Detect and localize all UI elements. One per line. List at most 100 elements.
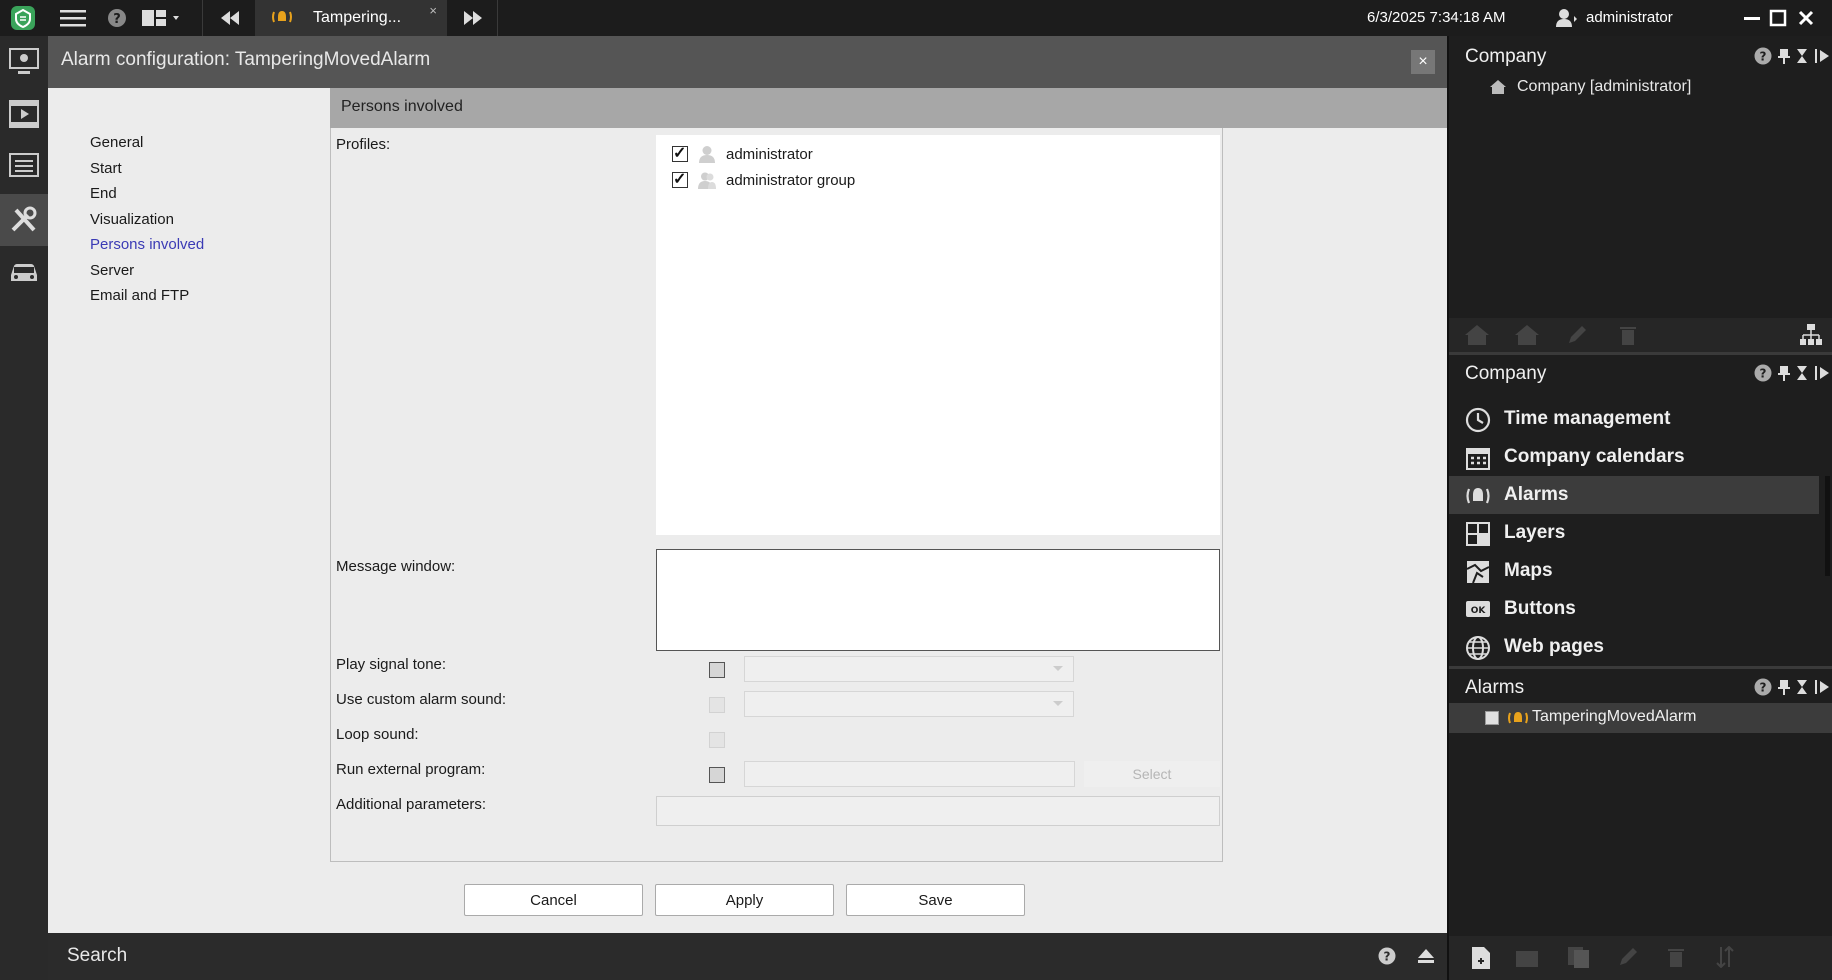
list-item[interactable]: administrator (672, 143, 813, 165)
alarm-name: TamperingMovedAlarm (1532, 708, 1697, 725)
rail-events-icon[interactable] (0, 140, 48, 192)
help-icon[interactable]: ? (105, 0, 129, 36)
window-close-icon[interactable] (1794, 0, 1818, 36)
loop-sound-checkbox[interactable] (709, 732, 725, 748)
signal-tone-select[interactable] (744, 656, 1074, 682)
dialog-close-button[interactable]: × (1411, 50, 1435, 74)
copy-icon[interactable] (1567, 946, 1591, 968)
run-external-program-checkbox[interactable] (709, 767, 725, 783)
right-panel: Company ? Company [administrator] Compan… (1447, 36, 1832, 980)
module-label: Maps (1504, 560, 1553, 581)
alarm-bell-icon (1465, 483, 1491, 509)
collapse-panel-icon[interactable] (1814, 679, 1830, 695)
panel-help-icon[interactable]: ? (1754, 47, 1772, 65)
list-item[interactable]: administrator group (672, 169, 855, 191)
additional-parameters-label: Additional parameters: (336, 796, 487, 813)
nav-server[interactable]: Server (90, 258, 204, 284)
add-home-icon[interactable] (1464, 324, 1490, 346)
hourglass-icon[interactable] (1796, 679, 1808, 695)
rail-monitor-icon[interactable] (0, 36, 48, 88)
edit-icon[interactable] (1566, 324, 1588, 346)
previous-tab-icon[interactable] (215, 0, 245, 36)
profiles-label: Profiles: (336, 136, 391, 153)
alarms-panel-header: Alarms ? (1449, 669, 1832, 705)
sort-icon[interactable] (1715, 946, 1735, 968)
module-web-pages[interactable]: Web pages (1449, 628, 1819, 666)
modules-panel-title: Company (1465, 363, 1547, 384)
module-maps[interactable]: Maps (1449, 552, 1819, 590)
user-icon[interactable] (1556, 8, 1578, 28)
delete-icon[interactable] (1619, 324, 1637, 346)
modules-panel-header: Company ? (1449, 355, 1832, 391)
search-label: Search (67, 945, 128, 966)
pin-icon[interactable] (1778, 365, 1790, 381)
edit-icon[interactable] (1617, 946, 1639, 968)
module-time-management[interactable]: Time management (1449, 400, 1819, 438)
person-icon (698, 145, 716, 163)
nav-start[interactable]: Start (90, 156, 204, 182)
play-signal-tone-checkbox[interactable] (709, 662, 725, 678)
collapse-panel-icon[interactable] (1814, 48, 1830, 64)
module-alarms[interactable]: Alarms (1449, 476, 1819, 514)
hourglass-icon[interactable] (1796, 48, 1808, 64)
import-icon[interactable] (1515, 946, 1539, 968)
module-buttons[interactable]: OK Buttons (1449, 590, 1819, 628)
external-program-input[interactable] (744, 761, 1075, 787)
hierarchy-icon[interactable] (1799, 323, 1823, 347)
nav-end[interactable]: End (90, 181, 204, 207)
custom-alarm-sound-checkbox[interactable] (709, 697, 725, 713)
profile-name: administrator group (726, 171, 856, 189)
rail-vehicle-icon[interactable] (0, 246, 48, 298)
minimize-icon[interactable] (1740, 0, 1764, 36)
eject-icon[interactable] (1417, 947, 1435, 965)
delete-icon[interactable] (1667, 946, 1685, 968)
module-layers[interactable]: Layers (1449, 514, 1819, 552)
maximize-icon[interactable] (1766, 0, 1790, 36)
add-subunit-icon[interactable] (1514, 324, 1540, 346)
svg-text:?: ? (113, 12, 121, 27)
nav-general[interactable]: General (90, 130, 204, 156)
hamburger-menu-icon[interactable] (58, 0, 88, 36)
app-logo-icon[interactable] (8, 0, 38, 36)
rail-tools-icon[interactable] (0, 194, 48, 246)
panel-help-icon[interactable]: ? (1754, 364, 1772, 382)
layout-dropdown-icon[interactable] (140, 0, 186, 36)
modules-scrollbar[interactable] (1825, 476, 1830, 576)
message-window-input[interactable] (656, 549, 1220, 651)
new-alarm-icon[interactable] (1471, 946, 1491, 970)
next-tab-icon[interactable] (458, 0, 488, 36)
alarm-checkbox[interactable] (1485, 711, 1499, 725)
user-name[interactable]: administrator (1586, 9, 1673, 26)
profile-checkbox[interactable] (672, 143, 688, 163)
save-button[interactable]: Save (846, 884, 1025, 916)
collapse-panel-icon[interactable] (1814, 365, 1830, 381)
profile-checkbox[interactable] (672, 169, 688, 189)
profile-name: administrator (726, 145, 813, 163)
search-bar[interactable]: Search ? (48, 933, 1447, 980)
rail-video-icon[interactable] (0, 88, 48, 140)
apply-button[interactable]: Apply (655, 884, 834, 916)
nav-email-ftp[interactable]: Email and FTP (90, 283, 204, 309)
search-help-icon[interactable]: ? (1378, 947, 1396, 965)
pin-icon[interactable] (1778, 679, 1790, 695)
tab-close-icon[interactable]: × (429, 3, 437, 18)
module-company-calendars[interactable]: Company calendars (1449, 438, 1819, 476)
select-program-button[interactable]: Select (1084, 761, 1220, 787)
tree-item-company[interactable]: Company [administrator] (1489, 78, 1691, 96)
tab-tampering[interactable]: Tampering... × (255, 0, 447, 36)
additional-parameters-input[interactable] (656, 796, 1220, 826)
cancel-button[interactable]: Cancel (464, 884, 643, 916)
panel-help-icon[interactable]: ? (1754, 678, 1772, 696)
dialog-body: General Start End Visualization Persons … (48, 88, 1447, 933)
hourglass-icon[interactable] (1796, 365, 1808, 381)
custom-sound-select[interactable] (744, 691, 1074, 717)
nav-visualization[interactable]: Visualization (90, 207, 204, 233)
svg-text:?: ? (1760, 367, 1767, 381)
layers-icon (1465, 521, 1491, 547)
module-label: Web pages (1504, 636, 1604, 657)
alarm-list-item[interactable]: TamperingMovedAlarm (1449, 703, 1832, 733)
pin-icon[interactable] (1778, 48, 1790, 64)
alarms-panel-title: Alarms (1465, 677, 1525, 698)
profiles-list[interactable]: administrator administrator group (656, 135, 1220, 535)
nav-persons-involved[interactable]: Persons involved (90, 232, 204, 258)
